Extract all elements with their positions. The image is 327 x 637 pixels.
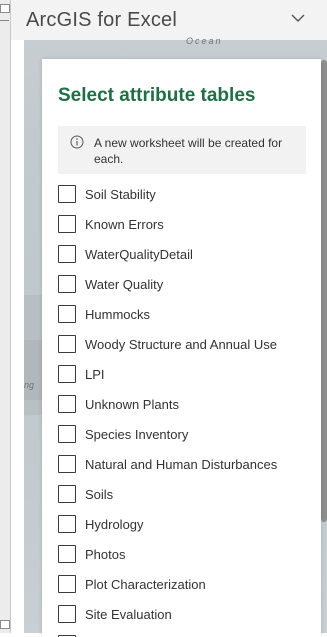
table-label: LPI xyxy=(85,366,105,382)
table-row[interactable]: Hummocks xyxy=(58,303,318,325)
checkbox[interactable] xyxy=(58,215,76,233)
table-row[interactable]: LPI xyxy=(58,363,318,385)
map-label: Ocean xyxy=(186,36,223,46)
checkbox[interactable] xyxy=(58,425,76,443)
checkbox[interactable] xyxy=(58,545,76,563)
table-label: Soils xyxy=(85,486,114,502)
table-row[interactable]: Known Errors xyxy=(58,213,318,235)
checkbox[interactable] xyxy=(58,515,76,533)
info-icon xyxy=(70,135,84,149)
map-land-patch xyxy=(24,340,42,400)
table-label: Water Quality xyxy=(85,276,164,292)
table-row[interactable] xyxy=(58,633,318,637)
table-label: Species Inventory xyxy=(85,426,189,442)
checkbox[interactable] xyxy=(58,335,76,353)
map-label: ng xyxy=(24,380,35,390)
table-row[interactable]: Soil Stability xyxy=(58,183,318,205)
table-row[interactable]: Site Evaluation xyxy=(58,603,318,625)
checkbox[interactable] xyxy=(58,395,76,413)
checkbox[interactable] xyxy=(58,365,76,383)
checkbox[interactable] xyxy=(58,245,76,263)
table-label: Soil Stability xyxy=(85,186,156,202)
table-label: Site Evaluation xyxy=(85,606,172,622)
table-row[interactable]: Water Quality xyxy=(58,273,318,295)
table-label: Plot Characterization xyxy=(85,576,206,592)
table-row[interactable]: Photos xyxy=(58,543,318,565)
table-row[interactable]: Woody Structure and Annual Use xyxy=(58,333,318,355)
dialog-title: Select attribute tables xyxy=(58,85,256,106)
table-label: WaterQualityDetail xyxy=(85,246,193,262)
table-label: Known Errors xyxy=(85,216,164,232)
grid-line xyxy=(0,20,9,21)
table-label: Hummocks xyxy=(85,306,151,322)
table-row[interactable]: Plot Characterization xyxy=(58,573,318,595)
table-row[interactable]: Soils xyxy=(58,483,318,505)
table-row[interactable]: Hydrology xyxy=(58,513,318,535)
checkbox[interactable] xyxy=(58,185,76,203)
table-row[interactable]: Species Inventory xyxy=(58,423,318,445)
info-message: A new worksheet will be created for each… xyxy=(58,126,306,174)
scrollbar[interactable] xyxy=(321,60,327,522)
checkbox[interactable] xyxy=(58,575,76,593)
grid-corner-box xyxy=(0,4,10,13)
chevron-down-icon[interactable] xyxy=(291,11,305,25)
task-pane-header: ArcGIS for Excel xyxy=(11,0,327,40)
checkbox[interactable] xyxy=(58,605,76,623)
table-row[interactable]: Natural and Human Disturbances xyxy=(58,453,318,475)
table-label: Hydrology xyxy=(85,516,144,532)
table-label: Natural and Human Disturbances xyxy=(85,456,278,472)
checkbox[interactable] xyxy=(58,275,76,293)
table-label: Photos xyxy=(85,546,126,562)
table-row[interactable]: WaterQualityDetail xyxy=(58,243,318,265)
info-text: A new worksheet will be created for each… xyxy=(94,136,283,166)
checkbox[interactable] xyxy=(58,455,76,473)
grid-corner-box-bottom xyxy=(0,620,10,629)
table-label: Woody Structure and Annual Use xyxy=(85,336,277,352)
excel-grid-edge xyxy=(0,0,11,633)
pane-title: ArcGIS for Excel xyxy=(26,9,178,31)
checkbox[interactable] xyxy=(58,485,76,503)
table-label: Unknown Plants xyxy=(85,396,179,412)
table-row[interactable]: Unknown Plants xyxy=(58,393,318,415)
select-tables-dialog: Select attribute tables A new worksheet … xyxy=(42,59,321,637)
checkbox[interactable] xyxy=(58,305,76,323)
